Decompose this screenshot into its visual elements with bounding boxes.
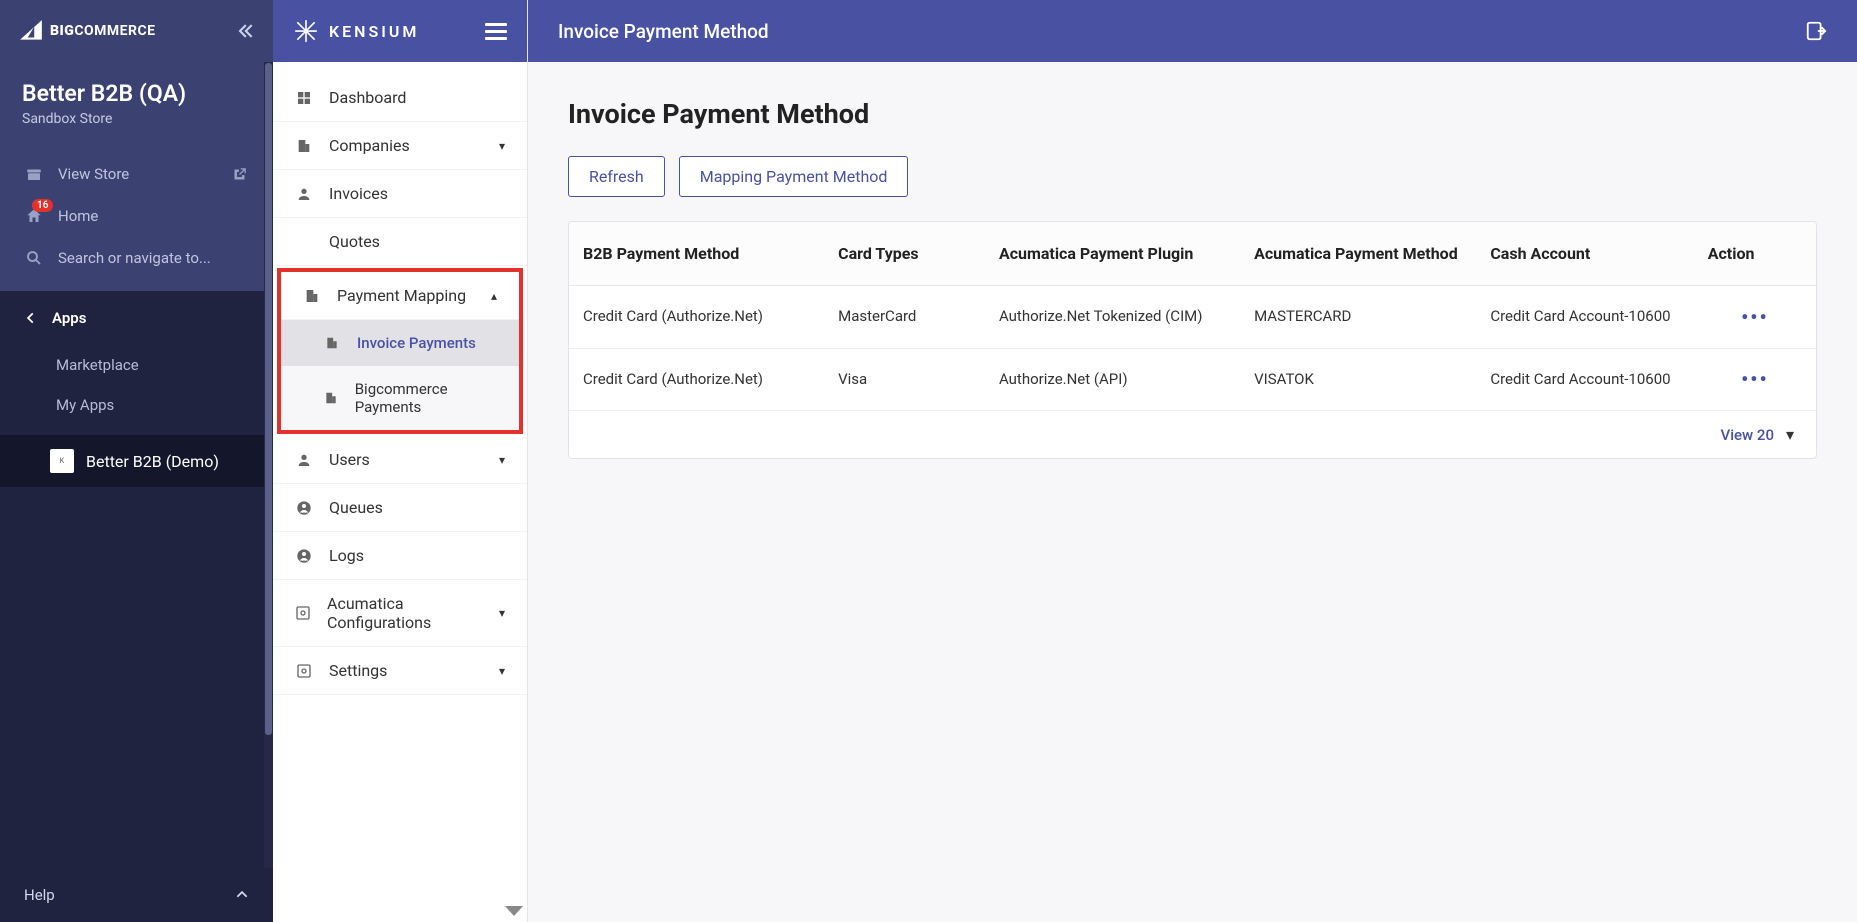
th-cash: Cash Account: [1490, 240, 1697, 267]
mapping-payment-method-button[interactable]: Mapping Payment Method: [679, 156, 909, 197]
topbar: Invoice Payment Method: [528, 0, 1857, 62]
nav-companies[interactable]: Companies ▾: [273, 122, 527, 170]
nav-invoice-payments[interactable]: Invoice Payments: [281, 320, 519, 366]
menu-toggle-icon[interactable]: [485, 19, 507, 44]
store-type: Sandbox Store: [22, 111, 251, 127]
nav-acumatica-config[interactable]: Acumatica Configurations ▾: [273, 580, 527, 647]
bigcommerce-sidebar: BIGCOMMERCE Better B2B (QA) Sandbox Stor…: [0, 0, 273, 922]
kensium-top-bar: KENSIUM: [273, 0, 527, 62]
chevron-up-icon: ▴: [491, 289, 497, 303]
kensium-logo: KENSIUM: [293, 18, 419, 44]
external-link-icon: [229, 164, 249, 184]
table-header: B2B Payment Method Card Types Acumatica …: [569, 222, 1816, 286]
nav-settings[interactable]: Settings ▾: [273, 647, 527, 695]
building-icon: [295, 137, 313, 155]
home-badge: 16: [32, 199, 53, 212]
chevron-down-icon: ▾: [1786, 425, 1794, 444]
marketplace-link[interactable]: Marketplace: [0, 345, 273, 385]
nav-dashboard[interactable]: Dashboard: [273, 74, 527, 122]
scrollbar[interactable]: [264, 62, 273, 882]
th-plugin: Acumatica Payment Plugin: [999, 240, 1244, 267]
chevron-left-icon: [24, 311, 38, 325]
search-input[interactable]: Search or navigate to...: [0, 237, 273, 279]
page-title: Invoice Payment Method: [568, 98, 1817, 130]
person-icon: [295, 185, 313, 203]
payment-methods-table: B2B Payment Method Card Types Acumatica …: [568, 221, 1817, 459]
nav-payment-mapping[interactable]: Payment Mapping ▴: [281, 272, 519, 320]
person-icon: [295, 451, 313, 469]
kensium-nav: Dashboard Companies ▾ Invoices Quotes Pa…: [273, 62, 527, 707]
building-icon: [323, 334, 341, 352]
gear-box-icon: [295, 662, 313, 680]
row-actions-button[interactable]: •••: [1708, 367, 1802, 391]
gear-box-icon: [295, 604, 311, 622]
nav-invoices[interactable]: Invoices: [273, 170, 527, 218]
search-icon: [24, 248, 44, 268]
chevron-down-icon: ▾: [499, 453, 505, 467]
home-link[interactable]: 16 Home: [0, 195, 273, 237]
nav-bigcommerce-payments[interactable]: Bigcommerce Payments: [281, 366, 519, 430]
my-apps-link[interactable]: My Apps: [0, 385, 273, 425]
building-icon: [323, 389, 339, 407]
view-count-select[interactable]: View 20: [1721, 426, 1774, 444]
building-icon: [303, 287, 321, 305]
table-footer: View 20 ▾: [569, 411, 1816, 458]
th-action: Action: [1708, 240, 1802, 267]
bigcommerce-logo: BIGCOMMERCE: [18, 18, 156, 44]
action-buttons: Refresh Mapping Payment Method: [568, 156, 1817, 197]
chevron-down-icon: ▾: [499, 606, 505, 620]
store-icon: [24, 164, 44, 184]
th-method: Acumatica Payment Method: [1254, 240, 1480, 267]
chevron-down-icon: ▾: [499, 139, 505, 153]
bc-main-nav: Apps Marketplace My Apps K Better B2B (D…: [0, 291, 273, 922]
main-panel: Invoice Payment Method Invoice Payment M…: [528, 0, 1857, 922]
nav-logs[interactable]: Logs: [273, 532, 527, 580]
chevron-up-icon: [235, 888, 249, 902]
help-link[interactable]: Help: [0, 868, 273, 922]
table-row: Credit Card (Authorize.Net) Visa Authori…: [569, 349, 1816, 412]
th-card-types: Card Types: [838, 240, 989, 267]
content-area: Invoice Payment Method Refresh Mapping P…: [528, 62, 1857, 495]
table-row: Credit Card (Authorize.Net) MasterCard A…: [569, 286, 1816, 349]
nav-quotes[interactable]: Quotes: [273, 218, 527, 266]
resize-handle-icon[interactable]: [505, 906, 523, 916]
apps-nav-header[interactable]: Apps: [0, 291, 273, 345]
dashboard-icon: [295, 89, 313, 107]
collapse-sidebar-icon[interactable]: [235, 21, 255, 41]
row-actions-button[interactable]: •••: [1708, 305, 1802, 329]
th-b2b: B2B Payment Method: [583, 240, 828, 267]
chevron-down-icon: ▾: [499, 664, 505, 678]
topbar-title: Invoice Payment Method: [558, 20, 769, 43]
nav-queues[interactable]: Queues: [273, 484, 527, 532]
view-store-link[interactable]: View Store: [0, 153, 273, 195]
refresh-button[interactable]: Refresh: [568, 156, 665, 197]
person-circle-icon: [295, 547, 313, 565]
bc-top-bar: BIGCOMMERCE: [0, 0, 273, 62]
current-app[interactable]: K Better B2B (Demo): [0, 435, 273, 487]
bc-quick-links: View Store 16 Home Search or navigate to…: [0, 147, 273, 291]
payment-mapping-highlight: Payment Mapping ▴ Invoice Payments Bigco…: [277, 268, 523, 434]
store-header: Better B2B (QA) Sandbox Store: [0, 62, 273, 147]
exit-icon[interactable]: [1805, 20, 1827, 42]
store-name: Better B2B (QA): [22, 80, 251, 107]
nav-users[interactable]: Users ▾: [273, 436, 527, 484]
kensium-sidebar: KENSIUM Dashboard Companies ▾ Invoices Q…: [273, 0, 528, 922]
person-circle-icon: [295, 499, 313, 517]
app-thumb-icon: K: [50, 449, 74, 473]
